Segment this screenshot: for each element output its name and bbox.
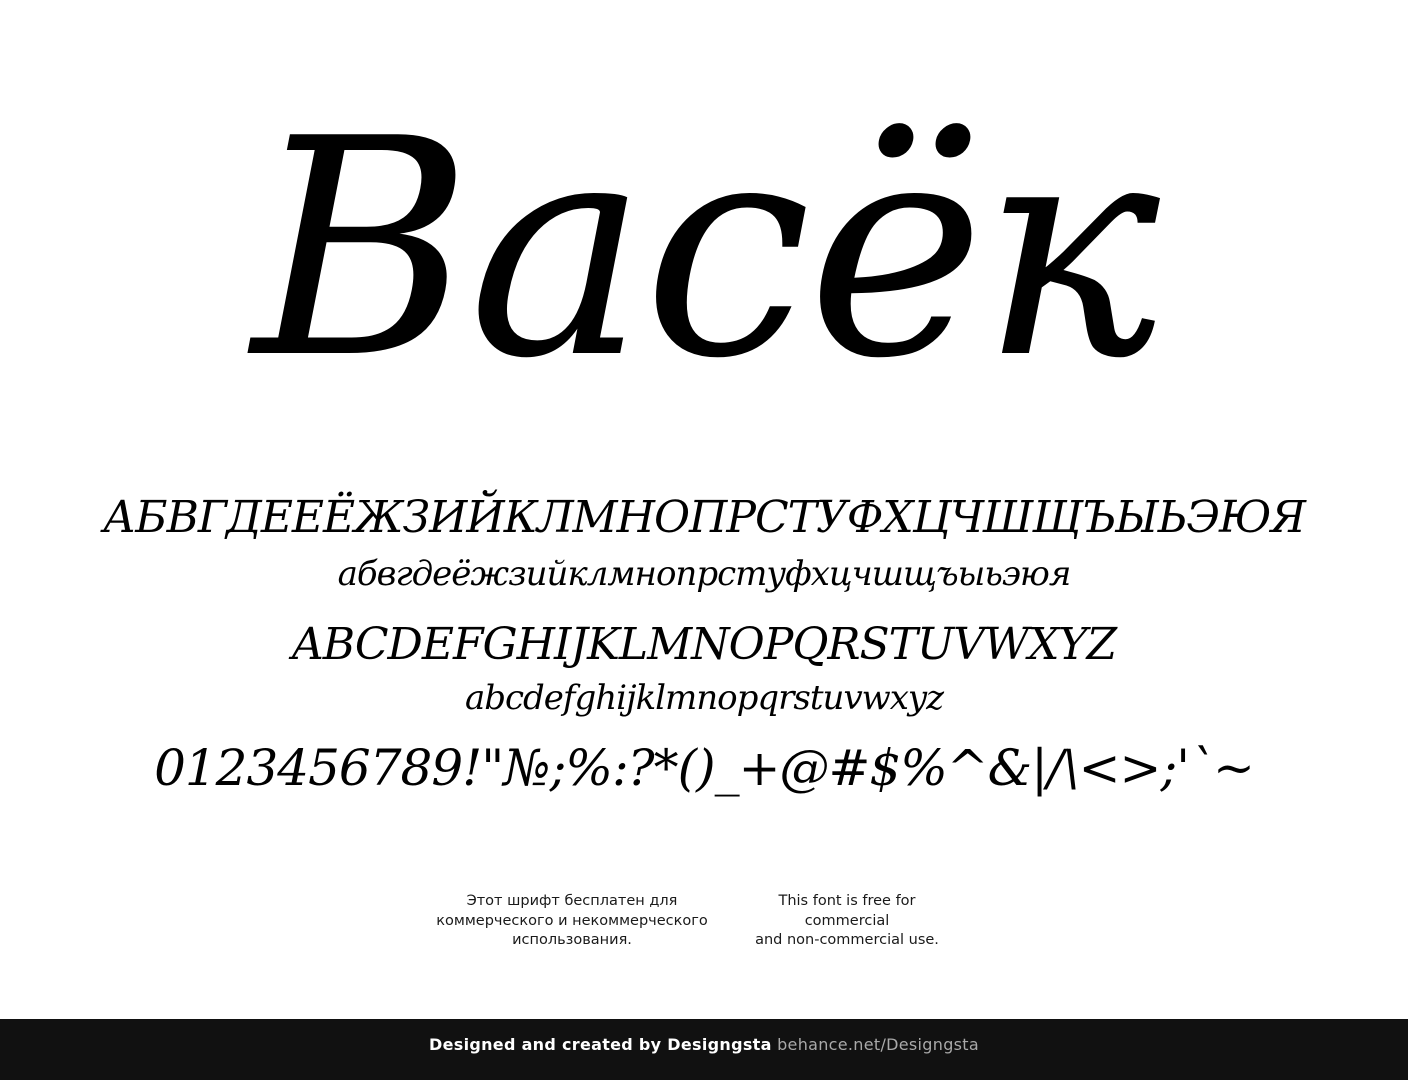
license-ru-line: использования. [512, 932, 632, 948]
license-ru-line: Этот шрифт бесплатен для [466, 893, 678, 909]
numbers-symbols-glyphs: 0123456789!"№;%:?*()_+@#$%^&|/\<>;'`~ [154, 739, 1255, 797]
license-en-line: and non-commercial use. [755, 932, 939, 948]
license-ru-line: коммерческого и некоммерческого [436, 912, 708, 929]
license-note-russian: Этот шрифт бесплатен для коммерческого и… [412, 892, 732, 951]
cyrillic-lowercase-glyphs: абвгдеёжзийклмнопрстуфхцчшщъыьэюя [337, 554, 1072, 594]
license-en-line: commercial [804, 912, 890, 929]
footer-behance-link[interactable]: behance.net/Designgsta [777, 1035, 979, 1054]
cyrillic-uppercase-glyphs: АБВГДЕЕЁЖЗИЙКЛМНОПРСТУФХЦЧШЩЪЫЬЭЮЯ [102, 492, 1306, 543]
footer-bar: Designed and created by Designgsta behan… [0, 1019, 1408, 1080]
footer-credit: Designed and created by Designgsta [429, 1035, 772, 1054]
latin-uppercase-glyphs: ABCDEFGHIJKLMNOPQRSTUVWXYZ [291, 619, 1117, 670]
font-title: Васёк [251, 75, 1160, 424]
license-en-line: This font is free for [778, 893, 916, 909]
license-note-english: This font is free for commercial and non… [737, 892, 957, 951]
latin-lowercase-glyphs: abcdefghijklmnopqrstuvwxyz [464, 678, 944, 718]
